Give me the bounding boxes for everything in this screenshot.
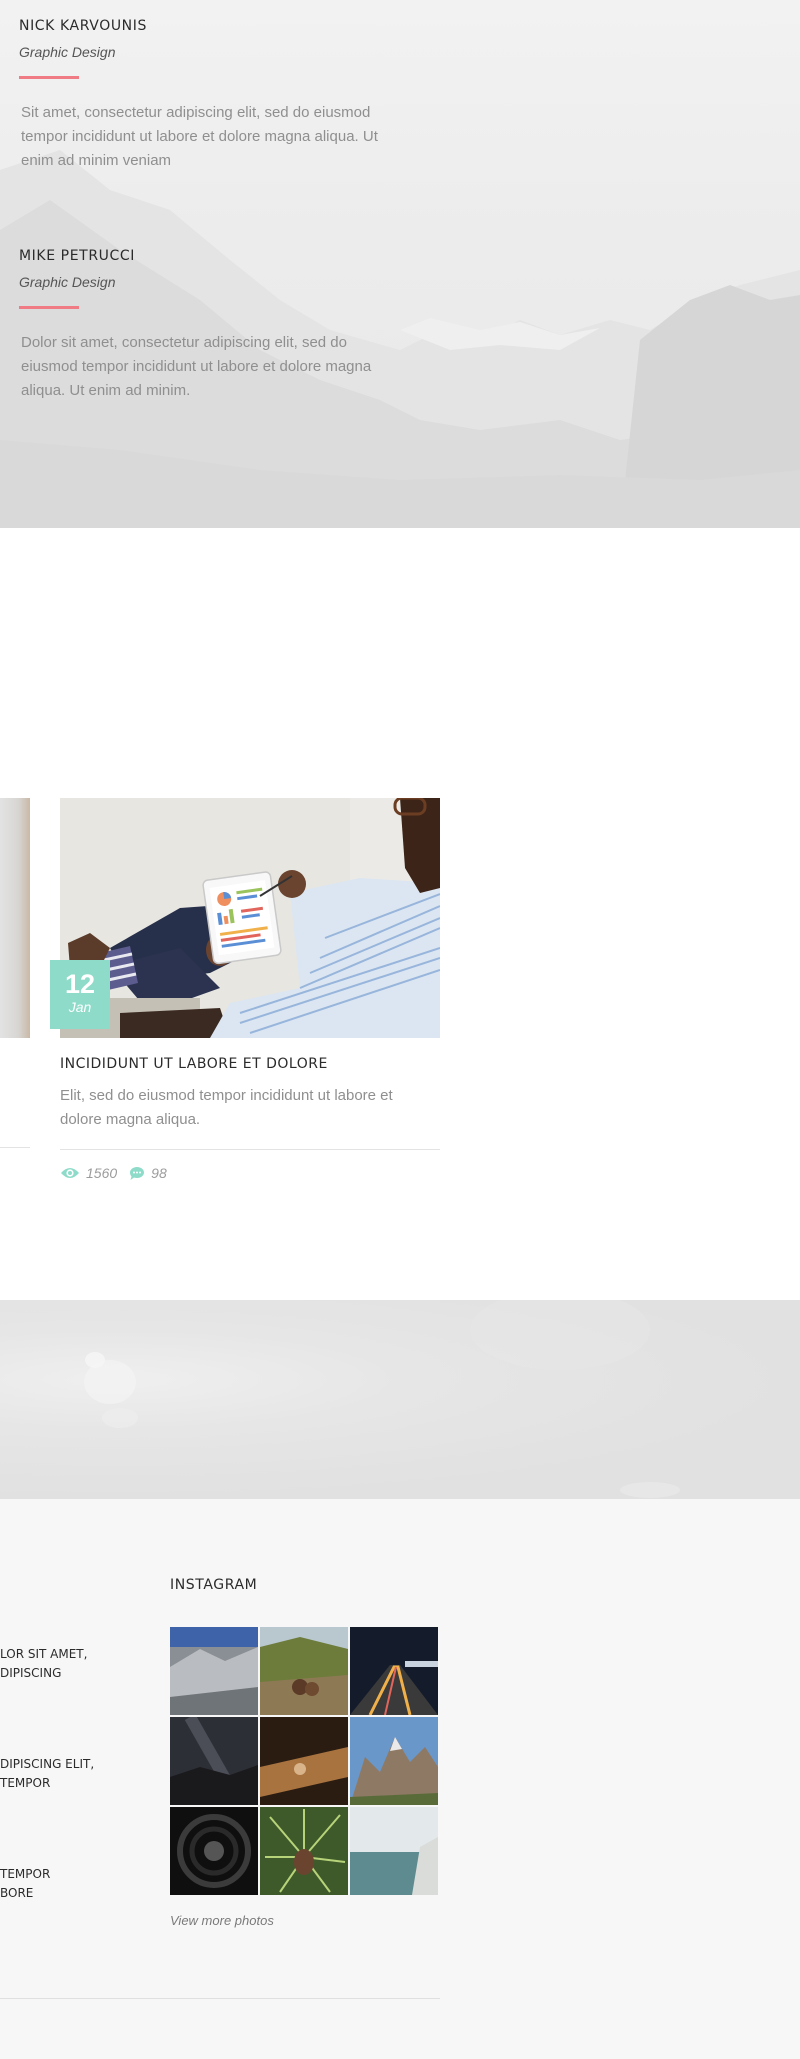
view-more-photos-link[interactable]: View more photos xyxy=(170,1913,274,1928)
accent-divider xyxy=(19,306,79,309)
instagram-photo[interactable] xyxy=(260,1627,348,1715)
member-name: MIKE PETRUCCI xyxy=(19,248,135,264)
previous-post-image[interactable] xyxy=(0,798,30,1038)
recent-post-item[interactable]: DIPISCING ELIT, TEMPOR xyxy=(0,1755,120,1865)
instagram-photo[interactable] xyxy=(260,1717,348,1805)
parallax-band xyxy=(0,1300,800,1499)
comments-count[interactable]: 98 xyxy=(129,1165,167,1181)
member-description: Dolor sit amet, consectetur adipiscing e… xyxy=(21,334,372,399)
instagram-photo[interactable] xyxy=(350,1807,438,1895)
footer: LOR SIT AMET, DIPISCING DIPISCING ELIT, … xyxy=(0,1499,800,2059)
team-section: NICK KARVOUNIS Graphic Design Sit amet, … xyxy=(0,0,800,528)
post-date-day: 12 xyxy=(64,969,96,999)
instagram-photo[interactable] xyxy=(260,1807,348,1895)
recent-post-line: BORE xyxy=(0,1886,34,1900)
post-date-badge: 12 Jan xyxy=(50,960,110,1029)
instagram-photo[interactable] xyxy=(350,1717,438,1805)
footer-divider xyxy=(0,1998,440,1999)
team-member: MIKE PETRUCCI Graphic Design Dolor sit a… xyxy=(19,248,399,403)
instagram-photo[interactable] xyxy=(170,1807,258,1895)
instagram-photo[interactable] xyxy=(170,1717,258,1805)
accent-divider xyxy=(19,76,79,79)
post-excerpt: Elit, sed do eiusmod tempor incididunt u… xyxy=(60,1087,393,1128)
member-description: Sit amet, consectetur adipiscing elit, s… xyxy=(21,104,378,169)
member-name: NICK KARVOUNIS xyxy=(19,18,147,34)
recent-post-line: DIPISCING xyxy=(0,1666,62,1680)
eye-icon xyxy=(61,1168,79,1178)
instagram-title: INSTAGRAM xyxy=(170,1577,258,1593)
instagram-grid xyxy=(170,1627,440,1895)
recent-post-item[interactable]: TEMPOR BORE xyxy=(0,1865,120,1975)
previous-post-divider xyxy=(0,1147,30,1148)
instagram-photo[interactable] xyxy=(350,1627,438,1715)
recent-post-item[interactable]: LOR SIT AMET, DIPISCING xyxy=(0,1645,120,1755)
post-image[interactable] xyxy=(60,798,440,1038)
post-divider xyxy=(60,1149,440,1150)
team-member: NICK KARVOUNIS Graphic Design Sit amet, … xyxy=(19,18,399,173)
blurred-background-image xyxy=(84,1300,680,1498)
recent-post-line: LOR SIT AMET, xyxy=(0,1647,88,1661)
blog-post-card: INCIDIDUNT UT LABORE ET DOLORE Elit, sed… xyxy=(60,798,440,1181)
speech-bubble-icon xyxy=(130,1166,145,1180)
recent-post-line: TEMPOR xyxy=(0,1867,51,1881)
instagram-photo[interactable] xyxy=(170,1627,258,1715)
comments-value: 98 xyxy=(151,1165,167,1181)
post-meta: 1560 98 xyxy=(60,1165,440,1181)
views-count: 1560 xyxy=(60,1165,117,1181)
post-title[interactable]: INCIDIDUNT UT LABORE ET DOLORE xyxy=(60,1056,440,1072)
recent-posts-list: LOR SIT AMET, DIPISCING DIPISCING ELIT, … xyxy=(0,1645,120,1975)
tablet-man-photo xyxy=(60,798,440,1038)
views-value: 1560 xyxy=(86,1165,118,1181)
member-role: Graphic Design xyxy=(19,274,116,290)
instagram-widget: INSTAGRAM View more photos xyxy=(170,1577,440,1930)
blog-section: INCIDIDUNT UT LABORE ET DOLORE Elit, sed… xyxy=(0,528,800,1300)
recent-post-line: DIPISCING ELIT, xyxy=(0,1757,95,1771)
recent-post-line: TEMPOR xyxy=(0,1776,51,1790)
member-role: Graphic Design xyxy=(19,44,116,60)
post-date-month: Jan xyxy=(68,999,92,1015)
